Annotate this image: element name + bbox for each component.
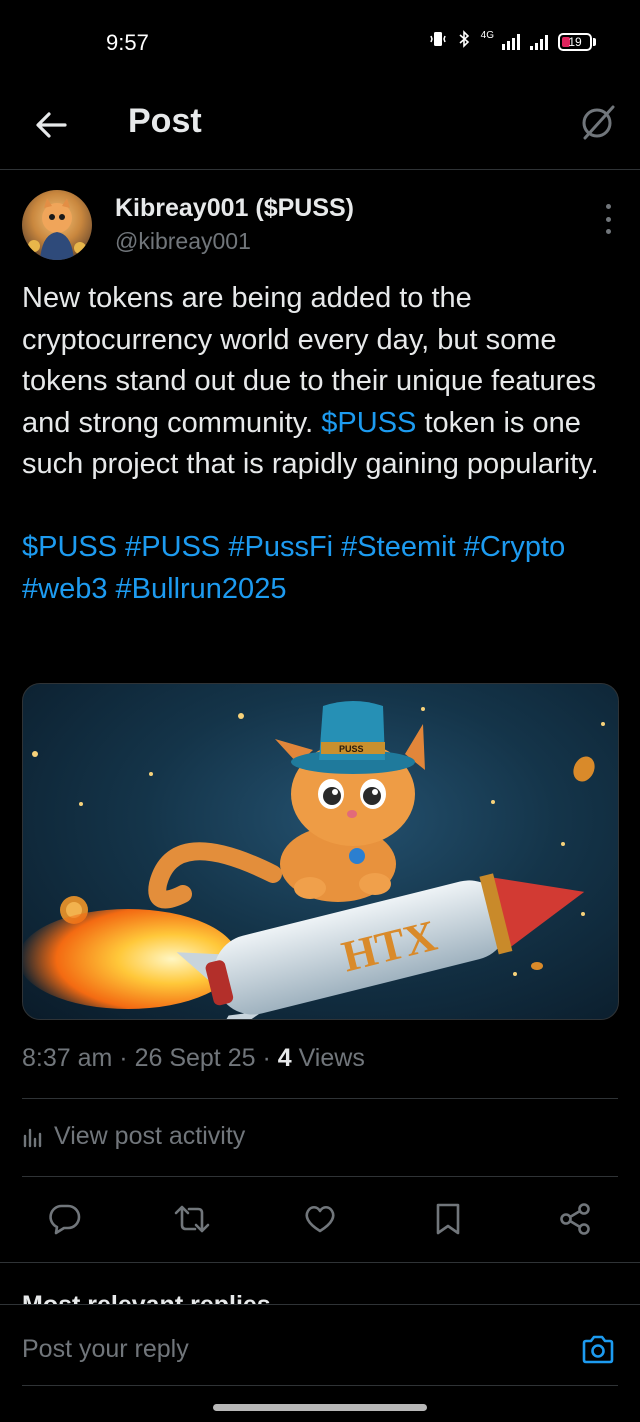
hashtag-link[interactable]: #web3 [22,573,107,605]
page-title: Post [128,102,202,140]
divider [22,1098,618,1099]
repost-icon [174,1205,210,1233]
reply-button[interactable] [42,1196,88,1242]
status-time: 9:57 [106,30,149,55]
vibrate-icon [429,30,447,53]
action-bar [0,1196,640,1246]
signal-icon [502,33,520,50]
like-icon [305,1205,335,1233]
grok-button[interactable] [576,100,620,144]
share-icon [560,1203,590,1235]
reply-input[interactable] [22,1335,542,1364]
share-button[interactable] [552,1196,598,1242]
hashtag-list: $PUSS #PUSS #PussFi #Steemit #Crypto #we… [22,527,622,610]
author-handle[interactable]: @kibreay001 [115,228,251,255]
post-time: 8:37 am [22,1044,113,1072]
avatar[interactable] [22,190,92,260]
like-button[interactable] [297,1196,343,1242]
status-bar: 9:57 4G 19 [0,0,640,84]
top-bar: Post [0,84,640,170]
cashtag-link[interactable]: $PUSS [321,407,416,439]
hashtag-link[interactable]: #Bullrun2025 [116,573,287,605]
network-type: 4G [480,30,494,41]
hashtag-link[interactable]: #PussFi [228,531,333,563]
post-date: 26 Sept 25 [134,1044,256,1072]
reply-icon [49,1204,81,1235]
views-count: 4 [277,1044,292,1072]
post-text: New tokens are being added to the crypto… [22,278,622,610]
hashtag-link[interactable]: #Crypto [464,531,566,563]
views-label: Views [298,1044,365,1072]
author-name[interactable]: Kibreay001 ($PUSS) [115,194,354,223]
divider [22,1176,618,1177]
bookmark-button[interactable] [425,1196,471,1242]
status-icons: 4G 19 [429,30,596,53]
camera-button[interactable] [580,1332,616,1368]
activity-label: View post activity [54,1122,246,1150]
battery-icon: 19 [558,32,596,51]
post-image[interactable]: HTX PUSS [22,683,619,1020]
camera-icon [582,1335,614,1364]
more-options-button[interactable] [598,204,618,234]
bluetooth-icon [457,30,471,53]
reply-bar [0,1304,640,1422]
view-activity-link[interactable]: View post activity [22,1122,245,1151]
arrow-left-icon [36,112,67,138]
home-indicator[interactable] [213,1404,427,1411]
bookmark-icon [436,1203,460,1235]
hashtag-link[interactable]: #PUSS [125,531,220,563]
hashtag-link[interactable]: $PUSS [22,531,117,563]
signal-icon-2 [530,34,548,50]
section-divider [0,1262,640,1263]
reply-underline [22,1385,618,1386]
repost-button[interactable] [169,1196,215,1242]
analytics-icon [23,1128,42,1147]
hashtag-link[interactable]: #Steemit [341,531,455,563]
back-button[interactable] [30,104,72,146]
grok-icon [582,105,615,140]
post-meta: 8:37 am · 26 Sept 25 · 4 Views [22,1044,365,1072]
hat-band-text: PUSS [339,744,364,754]
battery-level: 19 [568,34,582,49]
